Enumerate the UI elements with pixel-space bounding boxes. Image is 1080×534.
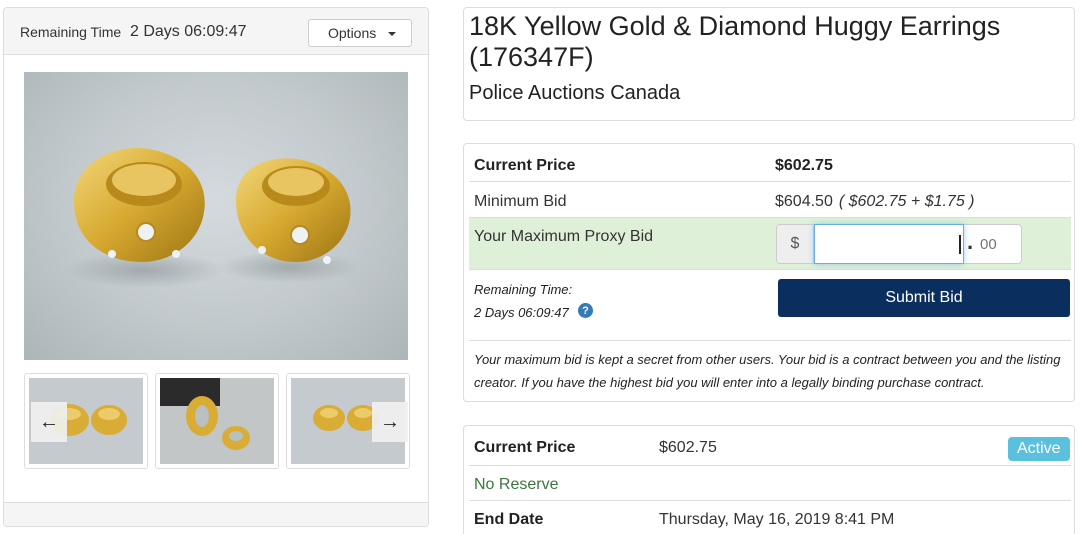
listing-details-panel: Current Price $602.75 Active No Reserve … (463, 425, 1075, 534)
details-price-value: $602.75 (659, 439, 717, 456)
options-label: Options (328, 25, 377, 41)
listing-title: 18K Yellow Gold & Diamond Huggy Earrings… (469, 11, 1001, 72)
end-date-label: End Date (474, 511, 544, 528)
question-circle-icon[interactable]: ? (578, 303, 593, 318)
remaining-time-value: 2 Days 06:09:47 (130, 23, 247, 40)
end-date-value: Thursday, May 16, 2019 8:41 PM (659, 511, 895, 528)
earrings-photo (64, 147, 359, 288)
gallery-panel: Remaining Time 2 Days 06:09:47 Options ←… (3, 7, 429, 527)
minimum-bid-calc: ( $602.75 + $1.75 ) (838, 193, 975, 210)
reserve-status: No Reserve (474, 476, 559, 493)
text-cursor (959, 235, 961, 254)
gallery-header: Remaining Time 2 Days 06:09:47 Options (4, 8, 428, 55)
submit-bid-button[interactable]: Submit Bid (778, 279, 1070, 317)
caret-down-icon (388, 32, 396, 36)
status-badge: Active (1008, 437, 1070, 461)
bid-remaining-time-value: 2 Days 06:09:47 (474, 305, 569, 320)
thumbnail-2-image (160, 378, 250, 450)
seller-name[interactable]: Police Auctions Canada (469, 82, 680, 105)
divider (469, 340, 1071, 341)
current-price-label: Current Price (474, 157, 576, 174)
end-date-row: End Date Thursday, May 16, 2019 8:41 PM (469, 501, 1071, 534)
gallery-footer (4, 502, 428, 526)
minimum-bid-label: Minimum Bid (474, 193, 567, 210)
currency-addon: $ (777, 225, 814, 263)
details-price-row: Current Price $602.75 Active (469, 429, 1071, 466)
minimum-bid-value: $604.50 ( $602.75 + $1.75 ) (775, 193, 975, 211)
thumbnail-strip (24, 373, 410, 469)
proxy-bid-label: Your Maximum Proxy Bid (474, 228, 654, 245)
main-product-image[interactable] (24, 72, 408, 360)
bid-remaining-time-label: Remaining Time: (474, 282, 573, 297)
details-price-label: Current Price (474, 439, 576, 456)
bid-amount-input[interactable] (814, 224, 964, 264)
options-button[interactable]: Options (308, 19, 412, 47)
bid-cents-input[interactable] (980, 234, 1016, 254)
arrow-right-icon[interactable]: → (372, 402, 408, 442)
remaining-time-label: Remaining Time (20, 24, 122, 40)
decimal-point: . (967, 229, 974, 254)
reserve-row: No Reserve (469, 466, 1071, 501)
minimum-bid-row: Minimum Bid $604.50 ( $602.75 + $1.75 ) (469, 182, 1071, 218)
arrow-left-icon[interactable]: ← (31, 402, 67, 442)
thumbnail-2[interactable] (155, 373, 279, 469)
minimum-bid-amount: $604.50 (775, 193, 833, 210)
bid-panel: Current Price $602.75 Minimum Bid $604.5… (463, 143, 1075, 402)
bid-amount-group: $ . (776, 224, 1022, 264)
current-price-value: $602.75 (775, 157, 833, 174)
bid-disclaimer: Your maximum bid is kept a secret from o… (474, 352, 1061, 390)
listing-title-panel: 18K Yellow Gold & Diamond Huggy Earrings… (463, 7, 1075, 121)
proxy-bid-row: Your Maximum Proxy Bid $ . (469, 218, 1071, 270)
current-price-row: Current Price $602.75 (469, 146, 1071, 182)
